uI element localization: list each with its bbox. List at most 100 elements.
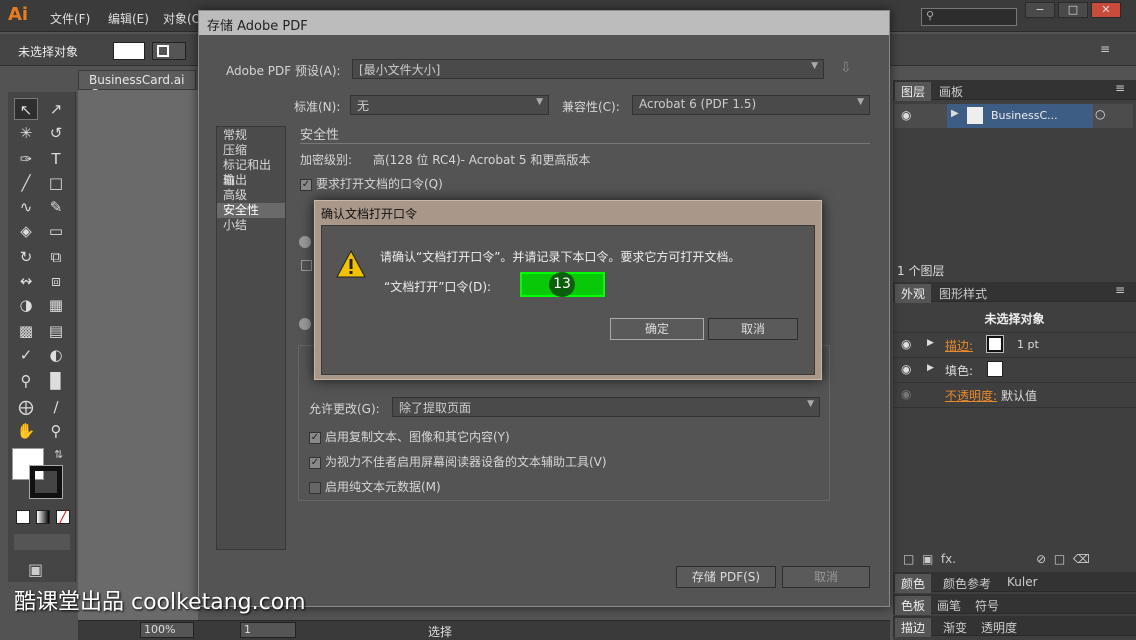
maximize-button[interactable]: □ (1058, 2, 1088, 18)
menu-edit[interactable]: 编辑(E) (108, 10, 149, 27)
tab-color-guide[interactable]: 颜色参考 (937, 574, 997, 593)
scale-tool-icon[interactable]: ⧉ (44, 246, 68, 268)
enable-copy-checkbox[interactable]: ✓ 启用复制文本、图像和其它内容(Y) (309, 428, 510, 445)
hand-tool-icon[interactable]: ✋ (14, 420, 38, 442)
pen-tool-icon[interactable]: ✑ (14, 148, 38, 170)
stroke-swatch[interactable] (152, 42, 186, 60)
tab-brushes[interactable]: 画笔 (931, 596, 967, 615)
expand-triangle-icon[interactable]: ▶ (951, 108, 959, 119)
menu-file[interactable]: 文件(F) (50, 10, 90, 27)
document-tab[interactable]: BusinessCard.ai @ (78, 70, 196, 101)
draw-mode-icons[interactable] (14, 534, 70, 550)
enable-access-checkbox[interactable]: ✓ 为视力不佳者启用屏幕阅读器设备的文本辅助工具(V) (309, 453, 607, 470)
preset-select[interactable]: [最小文件大小] ▼ (352, 59, 824, 79)
eyedropper-tool-icon[interactable]: ✓ (14, 344, 38, 366)
appearance-footer-icons[interactable]: □ ▣ fx. ⊘ □ ⌫ (903, 552, 1090, 566)
stroke-color-box[interactable] (29, 465, 63, 499)
appearance-menu-icon[interactable]: ≡ (1115, 283, 1125, 297)
tab-kuler[interactable]: Kuler (1001, 574, 1044, 590)
eraser-tool-icon[interactable]: ▭ (44, 220, 68, 242)
selection-tool-icon[interactable]: ↖ (14, 98, 38, 120)
require-password-checkbox[interactable]: ✓ 要求打开文档的口令(Q) (300, 175, 443, 192)
direct-selection-tool-icon[interactable]: ↗ (44, 98, 68, 120)
visibility-eye-icon[interactable]: ◉ (901, 362, 911, 376)
slice-tool-icon[interactable]: ∕ (44, 396, 68, 418)
category-summary[interactable]: 小结 (217, 218, 285, 233)
tab-color[interactable]: 颜色 (895, 574, 932, 593)
layers-menu-icon[interactable]: ≡ (1115, 81, 1125, 95)
stroke-color-swatch[interactable] (986, 335, 1004, 353)
shape-builder-tool-icon[interactable]: ◑ (14, 294, 38, 316)
category-compression[interactable]: 压缩 (217, 143, 285, 158)
none-mode-icon[interactable]: ╱ (56, 510, 70, 524)
gradient-mode-icon[interactable] (36, 510, 50, 524)
symbol-sprayer-tool-icon[interactable]: ⚲ (14, 370, 38, 392)
enable-plaintext-checkbox[interactable]: 启用纯文本元数据(M) (309, 478, 441, 495)
perspective-grid-tool-icon[interactable]: ▦ (44, 294, 68, 316)
document-canvas[interactable] (78, 90, 198, 620)
zoom-tool-icon[interactable]: ⚲ (44, 420, 68, 442)
minimize-button[interactable]: − (1025, 2, 1055, 18)
fill-row[interactable]: ◉ ▶ 填色: (893, 358, 1136, 383)
zoom-select[interactable]: 100% (140, 622, 194, 638)
visibility-eye-icon[interactable]: ◉ (901, 337, 911, 351)
compat-select[interactable]: Acrobat 6 (PDF 1.5) ▼ (632, 95, 870, 115)
stroke-weight[interactable]: 1 pt (1017, 338, 1039, 351)
artboard-tool-icon[interactable]: ⨁ (14, 396, 38, 418)
dialog-cancel-button[interactable]: 取消 (782, 566, 870, 588)
column-graph-tool-icon[interactable]: ▉ (44, 370, 68, 392)
type-tool-icon[interactable]: T (44, 148, 68, 170)
stroke-label[interactable]: 描边: (945, 337, 973, 354)
permissions-checkbox[interactable] (301, 260, 312, 271)
rectangle-tool-icon[interactable]: □ (44, 172, 68, 194)
blend-tool-icon[interactable]: ◐ (44, 344, 68, 366)
opacity-row[interactable]: ◉ 不透明度: 默认值 (893, 383, 1136, 408)
rotate-tool-icon[interactable]: ↻ (14, 246, 38, 268)
category-output[interactable]: 输出 (217, 173, 285, 188)
confirm-cancel-button[interactable]: 取消 (708, 318, 798, 340)
visibility-eye-icon[interactable]: ◉ (901, 387, 911, 401)
target-circle-icon[interactable]: ○ (1095, 107, 1105, 121)
pencil-tool-icon[interactable]: ✎ (44, 196, 68, 218)
width-tool-icon[interactable]: ↭ (14, 270, 38, 292)
ok-button[interactable]: 确定 (610, 318, 704, 340)
tab-appearance[interactable]: 外观 (895, 284, 932, 303)
free-transform-tool-icon[interactable]: ⧈ (44, 270, 68, 292)
save-pdf-button[interactable]: 存储 PDF(S) (676, 566, 776, 588)
paintbrush-tool-icon[interactable]: ∿ (14, 196, 38, 218)
tab-layers[interactable]: 图层 (895, 82, 932, 101)
gradient-tool-icon[interactable]: ▤ (44, 320, 68, 342)
fill-color-swatch[interactable] (987, 361, 1003, 377)
tab-stroke[interactable]: 描边 (895, 618, 932, 637)
tab-transparency[interactable]: 透明度 (975, 618, 1023, 637)
panel-menu-icon[interactable]: ≡ (1100, 42, 1110, 56)
current-tool-status[interactable]: 选择 (428, 623, 452, 640)
page-select[interactable]: 1 (240, 622, 296, 638)
allow-changes-select[interactable]: 除了提取页面 ▼ (392, 397, 820, 417)
tab-graphic-styles[interactable]: 图形样式 (933, 284, 993, 303)
category-security[interactable]: 安全性 (217, 203, 285, 218)
stroke-row[interactable]: ◉ ▶ 描边: 1 pt (893, 333, 1136, 358)
expand-triangle-icon[interactable]: ▶ (927, 338, 934, 348)
category-general[interactable]: 常规 (217, 128, 285, 143)
tab-artboards[interactable]: 画板 (933, 82, 969, 101)
tab-symbols[interactable]: 符号 (969, 596, 1005, 615)
tab-gradient[interactable]: 渐变 (937, 618, 973, 637)
color-mode-icon[interactable] (16, 510, 30, 524)
magic-wand-tool-icon[interactable]: ✳ (14, 122, 38, 144)
tab-swatches[interactable]: 色板 (895, 596, 932, 615)
layer-name[interactable]: BusinessC... (991, 109, 1058, 122)
standard-select[interactable]: 无 ▼ (350, 95, 549, 115)
opacity-label[interactable]: 不透明度: (945, 387, 997, 404)
expand-triangle-icon[interactable]: ▶ (927, 363, 934, 373)
visibility-eye-icon[interactable]: ◉ (901, 108, 911, 122)
search-input[interactable]: ⚲ (921, 8, 1017, 26)
lasso-tool-icon[interactable]: ↺ (44, 122, 68, 144)
screen-mode-icon[interactable]: ▣ (28, 560, 43, 579)
close-button[interactable]: ✕ (1091, 2, 1121, 18)
fill-swatch[interactable] (113, 42, 145, 60)
line-tool-icon[interactable]: ╱ (14, 172, 38, 194)
category-advanced[interactable]: 高级 (217, 188, 285, 203)
category-marks-bleeds[interactable]: 标记和出血 (217, 158, 285, 187)
mesh-tool-icon[interactable]: ▩ (14, 320, 38, 342)
